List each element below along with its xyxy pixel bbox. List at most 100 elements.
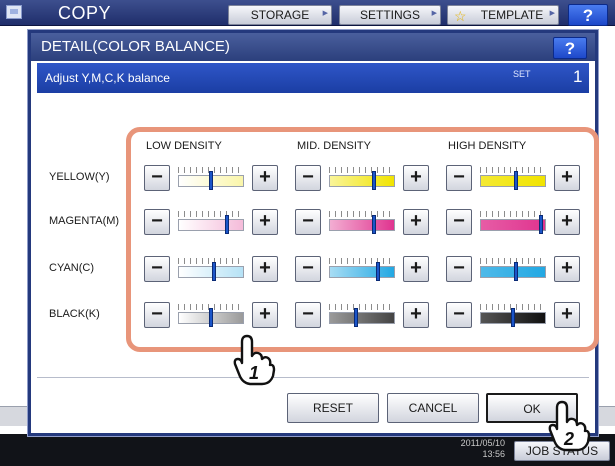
minus-button-yellow-high[interactable]: − <box>446 165 472 191</box>
column-header-mid: MID. DENSITY <box>297 140 371 152</box>
slider-thumb[interactable] <box>372 171 376 190</box>
minus-button-magenta-mid[interactable]: − <box>295 209 321 235</box>
slider-thumb[interactable] <box>376 262 380 281</box>
slider-thumb[interactable] <box>539 215 543 234</box>
slider-thumb[interactable] <box>209 171 213 190</box>
column-header-low: LOW DENSITY <box>146 140 222 152</box>
slider-thumb[interactable] <box>225 215 229 234</box>
slider-ticks <box>329 304 395 310</box>
slider-ticks <box>178 211 244 217</box>
top-bar: COPY STORAGE ▶ SETTINGS ▶ ☆ TEMPLATE ▶ ? <box>0 0 615 26</box>
settings-label: SETTINGS <box>359 8 420 22</box>
set-label: SET <box>513 69 531 79</box>
density-slider-cyan-high[interactable] <box>480 258 546 282</box>
density-slider-magenta-low[interactable] <box>178 211 244 235</box>
color-balance-dialog: DETAIL(COLOR BALANCE) ? Adjust Y,M,C,K b… <box>28 30 599 436</box>
slider-thumb[interactable] <box>212 262 216 281</box>
pointing-hand-icon: 2 <box>548 400 591 452</box>
slider-track <box>480 266 546 278</box>
plus-button-magenta-high[interactable]: + <box>554 209 580 235</box>
template-button[interactable]: ☆ TEMPLATE ▶ <box>447 5 559 25</box>
density-slider-black-mid[interactable] <box>329 304 395 328</box>
plus-button-magenta-low[interactable]: + <box>252 209 278 235</box>
dialog-header: DETAIL(COLOR BALANCE) ? <box>31 33 595 61</box>
density-slider-magenta-mid[interactable] <box>329 211 395 235</box>
slider-track <box>329 219 395 231</box>
pointing-hand-icon: 1 <box>233 334 276 386</box>
arrow-icon: ▶ <box>549 10 555 17</box>
arrow-icon: ▶ <box>322 10 328 17</box>
density-slider-cyan-low[interactable] <box>178 258 244 282</box>
slider-track <box>178 219 244 231</box>
slider-ticks <box>329 167 395 173</box>
minus-button-cyan-low[interactable]: − <box>144 256 170 282</box>
plus-button-yellow-low[interactable]: + <box>252 165 278 191</box>
density-slider-magenta-high[interactable] <box>480 211 546 235</box>
minus-button-cyan-high[interactable]: − <box>446 256 472 282</box>
plus-button-yellow-mid[interactable]: + <box>403 165 429 191</box>
minus-button-magenta-high[interactable]: − <box>446 209 472 235</box>
minus-button-magenta-low[interactable]: − <box>144 209 170 235</box>
minus-button-cyan-mid[interactable]: − <box>295 256 321 282</box>
dialog-title: DETAIL(COLOR BALANCE) <box>41 38 230 55</box>
density-slider-yellow-low[interactable] <box>178 167 244 191</box>
slider-thumb[interactable] <box>372 215 376 234</box>
dialog-help-button[interactable]: ? <box>553 37 587 59</box>
slider-thumb[interactable] <box>354 308 358 327</box>
density-slider-yellow-mid[interactable] <box>329 167 395 191</box>
star-icon: ☆ <box>454 8 467 24</box>
cancel-button[interactable]: CANCEL <box>387 393 479 423</box>
minus-button-yellow-mid[interactable]: − <box>295 165 321 191</box>
slider-track <box>178 266 244 278</box>
minus-button-black-mid[interactable]: − <box>295 302 321 328</box>
slider-track <box>329 266 395 278</box>
minus-button-black-high[interactable]: − <box>446 302 472 328</box>
slider-track <box>480 219 546 231</box>
plus-button-yellow-high[interactable]: + <box>554 165 580 191</box>
callout-number: 2 <box>563 429 574 449</box>
plus-button-black-mid[interactable]: + <box>403 302 429 328</box>
background-panel <box>598 406 615 426</box>
callout-number: 1 <box>249 363 259 383</box>
slider-thumb[interactable] <box>514 171 518 190</box>
slider-thumb[interactable] <box>209 308 213 327</box>
slider-track <box>480 175 546 187</box>
slider-track <box>329 312 395 324</box>
minus-button-black-low[interactable]: − <box>144 302 170 328</box>
density-slider-black-low[interactable] <box>178 304 244 328</box>
plus-button-black-high[interactable]: + <box>554 302 580 328</box>
row-label-black: BLACK(K) <box>49 308 100 320</box>
plus-button-cyan-low[interactable]: + <box>252 256 278 282</box>
slider-ticks <box>480 211 546 217</box>
slider-thumb[interactable] <box>514 262 518 281</box>
density-slider-cyan-mid[interactable] <box>329 258 395 282</box>
plus-button-magenta-mid[interactable]: + <box>403 209 429 235</box>
help-button[interactable]: ? <box>568 4 608 26</box>
row-label-magenta: MAGENTA(M) <box>49 215 120 227</box>
reset-button[interactable]: RESET <box>287 393 379 423</box>
date-time: 2011/05/10 13:56 <box>445 438 505 460</box>
dialog-subtitle: Adjust Y,M,C,K balance <box>45 71 170 85</box>
slider-thumb[interactable] <box>511 308 515 327</box>
plus-button-cyan-high[interactable]: + <box>554 256 580 282</box>
minus-button-yellow-low[interactable]: − <box>144 165 170 191</box>
plus-button-black-low[interactable]: + <box>252 302 278 328</box>
arrow-icon: ▶ <box>431 10 437 17</box>
slider-ticks <box>329 258 395 264</box>
app-title: COPY <box>58 3 112 23</box>
copy-icon <box>6 5 22 19</box>
slider-track <box>329 175 395 187</box>
column-header-high: HIGH DENSITY <box>448 140 527 152</box>
row-label-cyan: CYAN(C) <box>49 262 95 274</box>
divider <box>37 377 589 378</box>
slider-ticks <box>480 258 546 264</box>
storage-button[interactable]: STORAGE ▶ <box>228 5 332 25</box>
slider-ticks <box>480 167 546 173</box>
time-text: 13:56 <box>482 449 505 459</box>
plus-button-cyan-mid[interactable]: + <box>403 256 429 282</box>
settings-button[interactable]: SETTINGS ▶ <box>339 5 441 25</box>
density-slider-yellow-high[interactable] <box>480 167 546 191</box>
background-panel <box>0 406 28 426</box>
density-slider-black-high[interactable] <box>480 304 546 328</box>
dialog-subheader: Adjust Y,M,C,K balance SET 1 <box>37 63 589 93</box>
